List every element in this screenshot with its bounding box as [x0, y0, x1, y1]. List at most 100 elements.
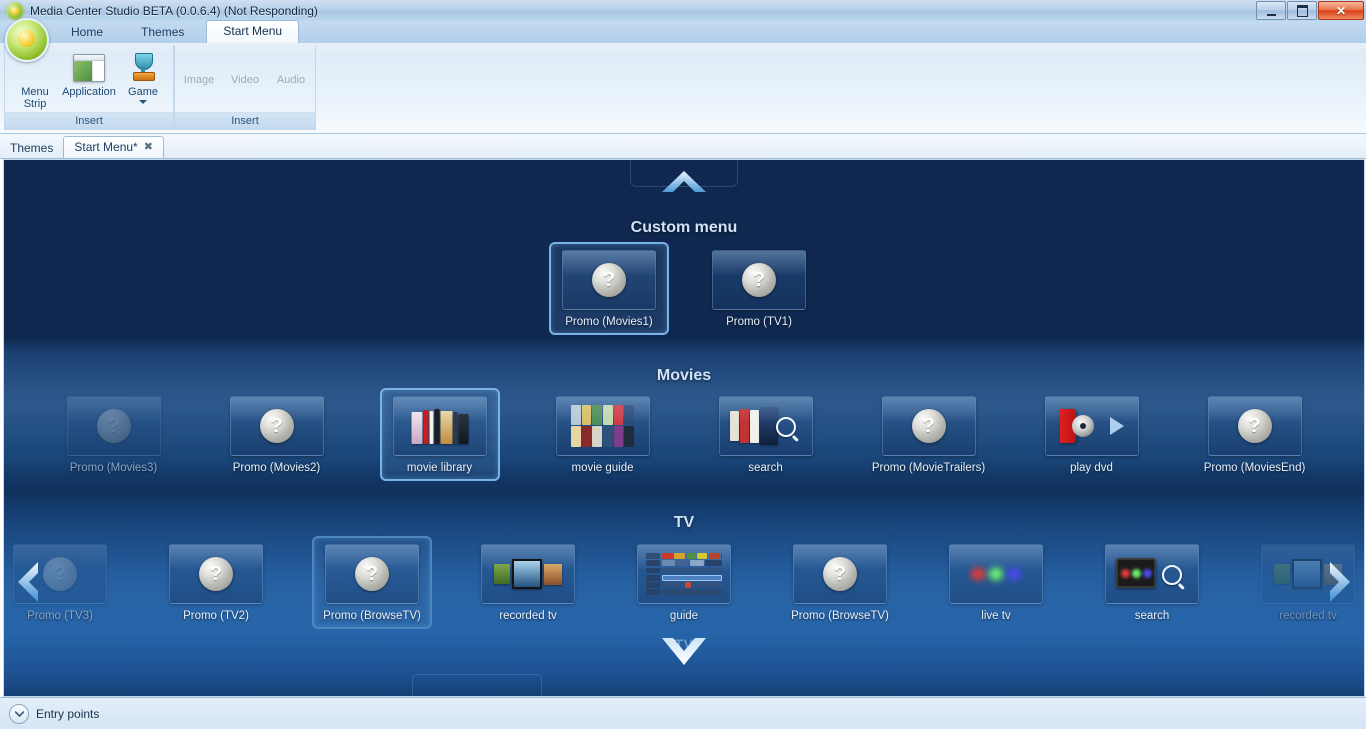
- tile-guide[interactable]: guide: [624, 536, 744, 629]
- tile-movies-search[interactable]: search: [706, 388, 826, 481]
- tile-label: Promo (BrowseTV): [791, 610, 889, 622]
- tile-recorded-tv[interactable]: recorded tv: [468, 536, 588, 629]
- status-bar: Entry points: [0, 697, 1366, 729]
- tile-movie-library[interactable]: movie library: [379, 388, 500, 481]
- chevron-down-icon[interactable]: [139, 100, 147, 104]
- play-dvd-art: [1046, 397, 1138, 455]
- tile-label: Promo (TV3): [27, 610, 93, 622]
- ribbon-button-video[interactable]: Video: [222, 72, 268, 86]
- movie-library-art: [411, 408, 468, 444]
- minimize-button[interactable]: [1256, 1, 1286, 20]
- ribbon-button-audio[interactable]: Audio: [268, 72, 314, 86]
- tile-thumbnail: ?: [881, 396, 976, 456]
- tile-promo-movietrailers[interactable]: ? Promo (MovieTrailers): [869, 388, 989, 481]
- ribbon-button-video-label: Video: [231, 73, 259, 86]
- tile-play-dvd[interactable]: play dvd: [1032, 388, 1152, 481]
- tile-label: Promo (Movies2): [232, 462, 321, 474]
- question-placeholder-icon: ?: [742, 263, 776, 297]
- tile-thumbnail: [481, 544, 575, 604]
- document-tab-strip: Themes Start Menu* ✖: [0, 134, 1366, 159]
- app-orb-icon[interactable]: [5, 18, 49, 62]
- tile-label: recorded tv: [1279, 610, 1337, 622]
- tile-thumbnail: [718, 396, 813, 456]
- tile-thumbnail: [1105, 544, 1199, 604]
- ribbon-button-application[interactable]: Application: [62, 49, 116, 98]
- scroll-right-arrow[interactable]: [1318, 558, 1358, 606]
- question-placeholder-icon: ?: [911, 409, 946, 443]
- section-title-custom-menu: Custom menu: [630, 219, 738, 236]
- scroll-up-chevron[interactable]: [630, 160, 738, 202]
- tile-label: movie guide: [571, 462, 634, 474]
- tile-thumbnail: [555, 396, 650, 456]
- start-menu-canvas[interactable]: Custom menu ? Promo (Movies1) ? Promo (T…: [3, 159, 1365, 697]
- document-tab-themes[interactable]: Themes: [0, 139, 63, 158]
- tile-label: play dvd: [1070, 462, 1113, 474]
- tile-promo-movies2[interactable]: ? Promo (Movies2): [217, 388, 337, 481]
- tile-live-tv[interactable]: live tv: [936, 536, 1056, 629]
- question-placeholder-icon: ?: [823, 557, 857, 591]
- tile-thumbnail: ?: [712, 250, 806, 310]
- chevron-down-circle-icon: [14, 710, 24, 717]
- ribbon-button-audio-label: Audio: [276, 73, 306, 86]
- section-title-movies: Movies: [656, 367, 712, 384]
- tile-label: recorded tv: [499, 610, 557, 622]
- partial-tile-below[interactable]: [412, 674, 542, 696]
- tile-thumbnail: ?: [169, 544, 263, 604]
- ribbon-button-game-label: Game: [128, 86, 158, 98]
- scroll-left-arrow[interactable]: [10, 558, 50, 606]
- ribbon-tab-start-menu[interactable]: Start Menu: [206, 20, 300, 43]
- tile-label: guide: [669, 610, 699, 622]
- live-tv-art: [970, 567, 1022, 581]
- tile-label: live tv: [981, 610, 1011, 622]
- entry-points-label: Entry points: [36, 706, 100, 721]
- tile-thumbnail: [637, 544, 731, 604]
- ribbon-tab-home[interactable]: Home: [55, 22, 119, 43]
- window-controls: ✕: [1256, 1, 1364, 20]
- chevron-left-icon: [18, 562, 38, 602]
- tile-label: movie library: [406, 462, 473, 474]
- ribbon-group-label-insert-media: Insert: [175, 112, 315, 130]
- close-button[interactable]: ✕: [1318, 1, 1364, 20]
- trophy-icon: [127, 51, 159, 83]
- application-window-icon: [73, 51, 105, 83]
- tile-thumbnail: ?: [562, 250, 656, 310]
- ribbon-tab-themes[interactable]: Themes: [125, 22, 200, 43]
- tile-promo-tv1[interactable]: ? Promo (TV1): [699, 242, 819, 335]
- ribbon-button-menu-strip-label: Menu Strip: [21, 86, 49, 110]
- app-icon: [6, 1, 24, 20]
- tile-promo-movies3[interactable]: ? Promo (Movies3): [54, 388, 174, 481]
- tile-promo-movies1[interactable]: ? Promo (Movies1): [549, 242, 669, 335]
- tile-label: Promo (BrowseTV): [323, 610, 421, 622]
- document-tab-themes-label: Themes: [10, 141, 54, 155]
- ribbon-tab-strip: Home Themes Start Menu: [0, 18, 1366, 62]
- ribbon-button-image[interactable]: Image: [176, 72, 222, 86]
- tile-promo-browsetv-selected[interactable]: ? Promo (BrowseTV): [312, 536, 432, 629]
- ribbon-button-game[interactable]: Game: [116, 49, 170, 104]
- chevron-right-icon: [1330, 562, 1350, 602]
- question-placeholder-icon: ?: [199, 557, 233, 591]
- restore-button[interactable]: [1287, 1, 1317, 20]
- tile-label: search: [748, 462, 783, 474]
- close-icon[interactable]: ✖: [144, 137, 153, 158]
- tile-tv-search[interactable]: search: [1092, 536, 1212, 629]
- tile-thumbnail: ?: [325, 544, 419, 604]
- entry-points-toggle-button[interactable]: [9, 703, 29, 724]
- tile-promo-browsetv[interactable]: ? Promo (BrowseTV): [780, 536, 900, 629]
- document-tab-start-menu[interactable]: Start Menu* ✖: [63, 136, 164, 158]
- question-placeholder-icon: ?: [592, 263, 626, 297]
- tile-movie-guide[interactable]: movie guide: [543, 388, 663, 481]
- tile-thumbnail: [949, 544, 1043, 604]
- tile-thumbnail: ?: [66, 396, 161, 456]
- tile-label: Promo (MovieTrailers): [871, 462, 986, 474]
- section-row-movies: ? Promo (Movies3) ? Promo (Movies2) movi…: [4, 388, 1364, 481]
- ribbon-button-application-label: Application: [62, 86, 116, 98]
- section-title-tv: TV: [673, 514, 695, 531]
- ribbon-panel: Menu Strip Application Game Insert Image: [0, 43, 1366, 134]
- chevron-up-icon: [654, 168, 714, 198]
- document-tab-start-menu-label: Start Menu*: [74, 140, 138, 154]
- tile-promo-moviesend[interactable]: ? Promo (MoviesEnd): [1195, 388, 1315, 481]
- tile-promo-tv2[interactable]: ? Promo (TV2): [156, 536, 276, 629]
- window-title: Media Center Studio BETA (0.0.6.4) (Not …: [30, 3, 318, 18]
- window-title-bar[interactable]: Media Center Studio BETA (0.0.6.4) (Not …: [0, 0, 1366, 22]
- scroll-down-chevron[interactable]: TV: [636, 634, 732, 674]
